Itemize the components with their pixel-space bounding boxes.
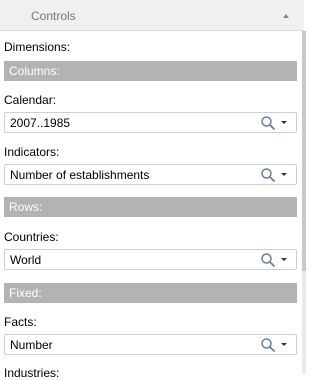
indicators-label: Indicators: [4, 145, 60, 159]
panel-header: Controls [0, 0, 304, 31]
chevron-down-icon[interactable] [281, 121, 287, 124]
chevron-down-icon[interactable] [281, 258, 287, 261]
scrollbar-thumb[interactable] [302, 31, 306, 271]
columns-section-header: Columns: [4, 61, 297, 81]
search-icon[interactable] [260, 115, 276, 131]
rows-section-header: Rows: [4, 197, 297, 217]
countries-select[interactable]: World [4, 249, 297, 270]
fixed-section-label: Fixed: [9, 286, 42, 300]
search-icon[interactable] [260, 337, 276, 353]
countries-value: World [10, 253, 42, 267]
dimensions-label: Dimensions: [4, 40, 71, 54]
countries-label: Countries: [4, 230, 59, 244]
collapse-icon[interactable] [283, 14, 289, 18]
indicators-value: Number of establishments [10, 168, 150, 182]
calendar-value: 2007..1985 [10, 116, 71, 130]
facts-value: Number [10, 338, 53, 352]
rows-section-label: Rows: [9, 200, 43, 214]
calendar-select[interactable]: 2007..1985 [4, 112, 297, 133]
chevron-down-icon[interactable] [281, 343, 287, 346]
chevron-down-icon[interactable] [281, 173, 287, 176]
industries-label: Industries: [4, 366, 60, 380]
indicators-select[interactable]: Number of establishments [4, 164, 297, 185]
facts-select[interactable]: Number [4, 334, 297, 355]
columns-section-label: Columns: [9, 64, 60, 78]
search-icon[interactable] [260, 167, 276, 183]
fixed-section-header: Fixed: [4, 283, 297, 303]
calendar-label: Calendar: [4, 93, 57, 107]
search-icon[interactable] [260, 252, 276, 268]
facts-label: Facts: [4, 315, 37, 329]
panel-title: Controls [31, 9, 76, 23]
